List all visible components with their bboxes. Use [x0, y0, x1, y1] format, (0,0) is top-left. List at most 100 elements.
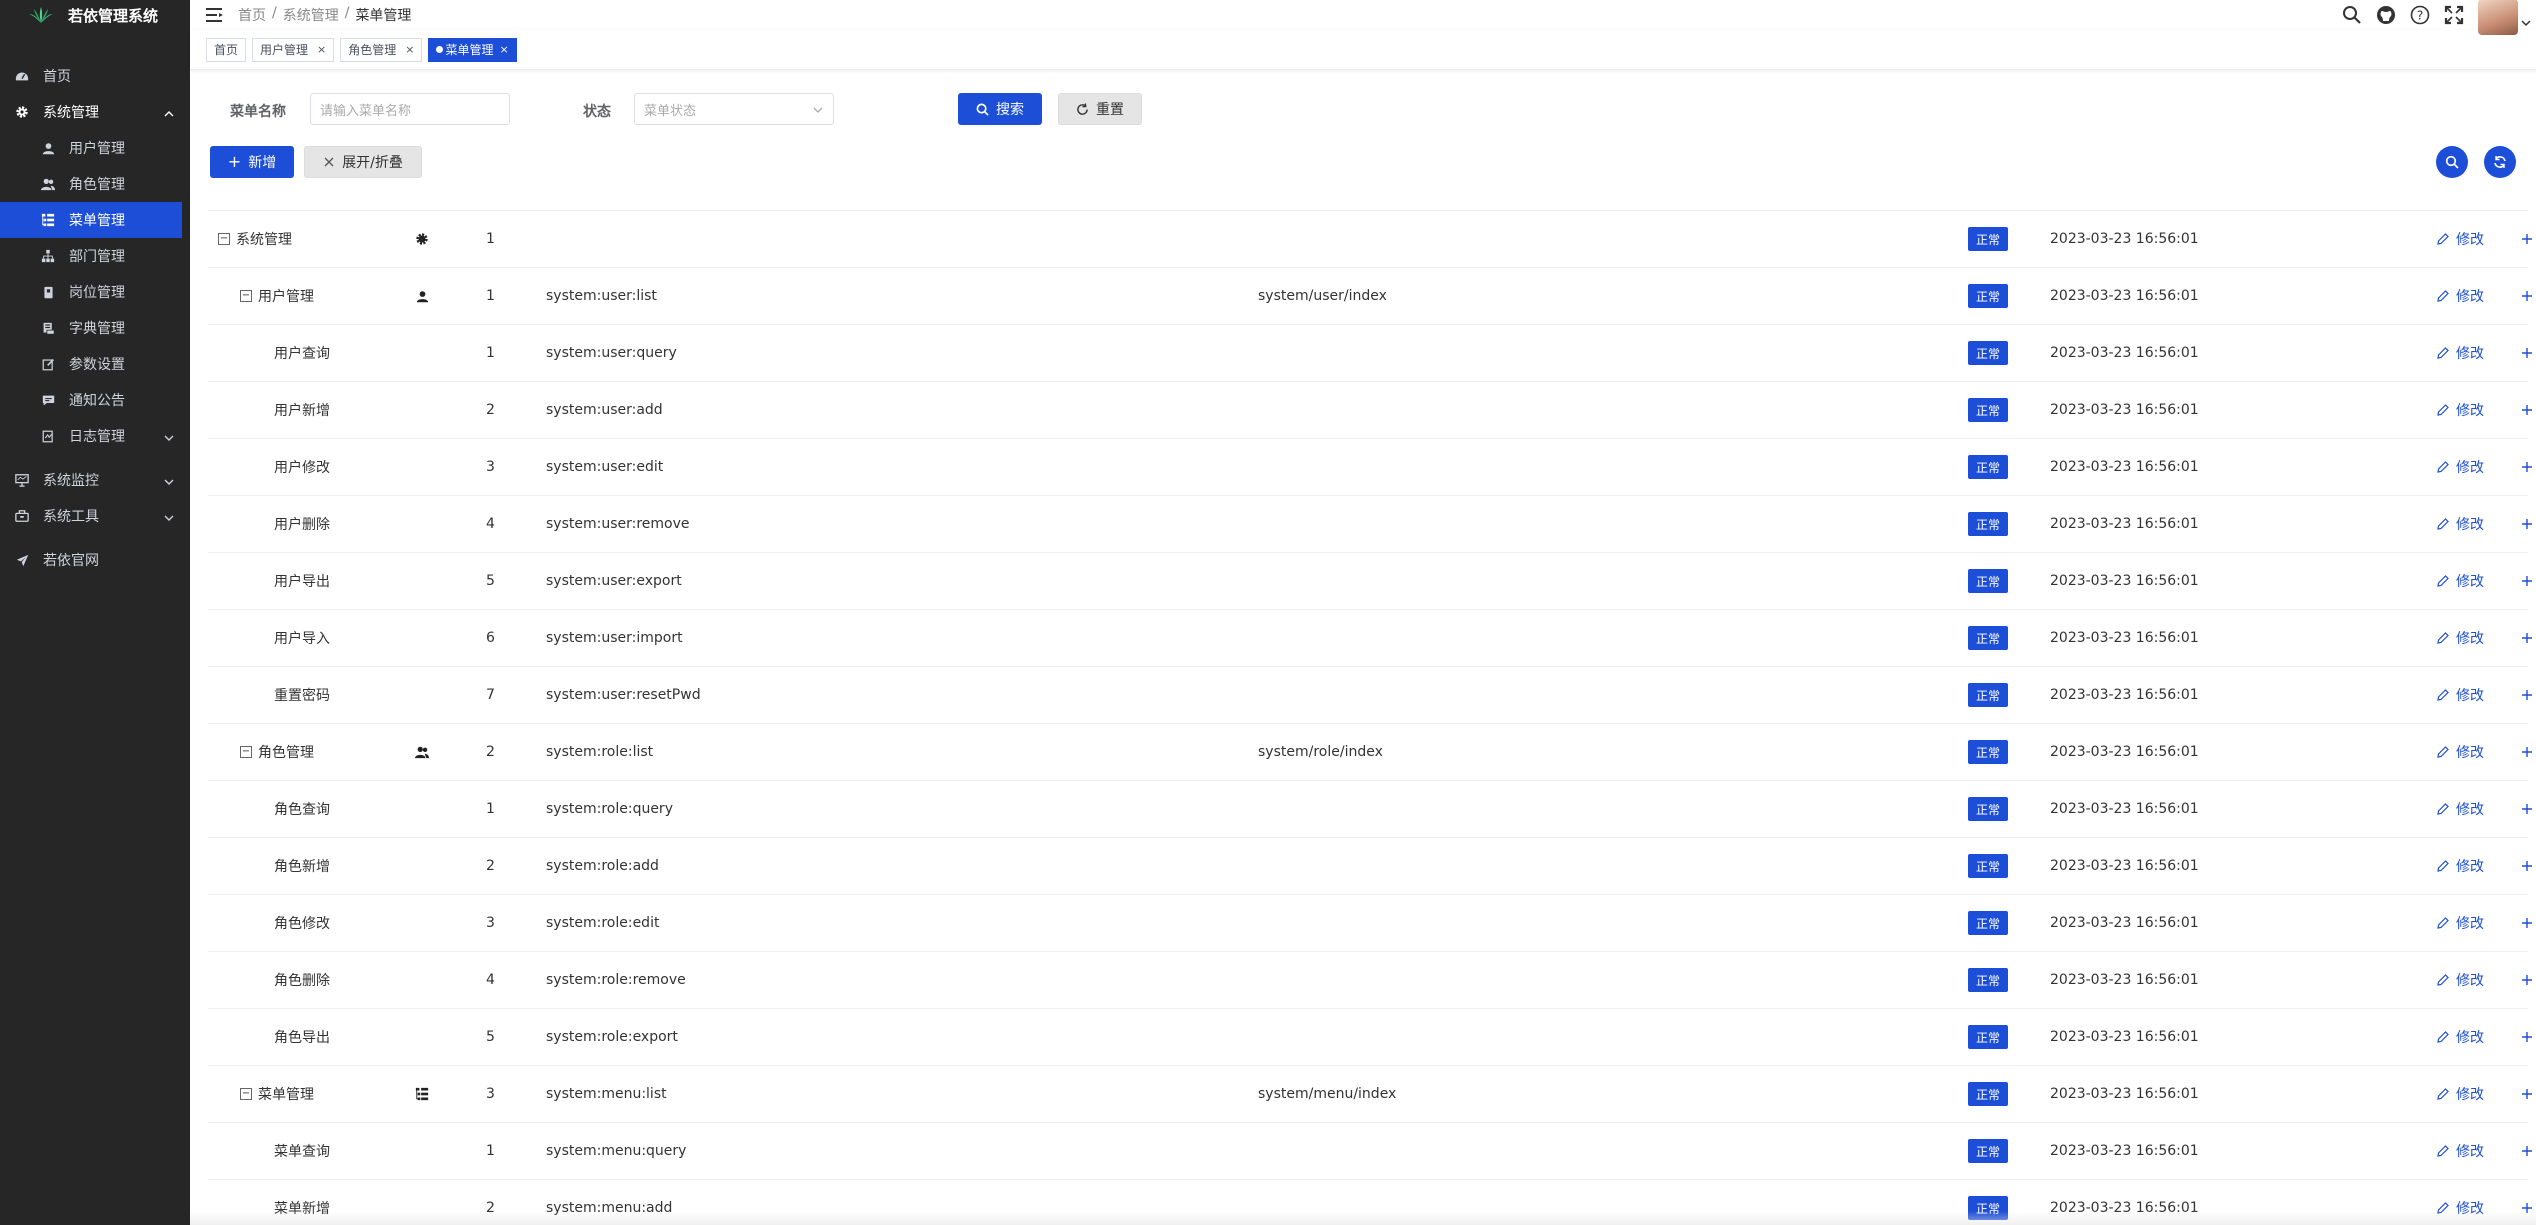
- edit-button[interactable]: 修改: [2436, 1027, 2484, 1047]
- edit-button[interactable]: 修改: [2436, 457, 2484, 477]
- close-icon[interactable]: ×: [500, 43, 509, 56]
- table-row: 角色删除 4 system:role:remove 正常 2023-03-23 16:5…: [208, 952, 2532, 1009]
- edit-icon: [2436, 745, 2450, 759]
- menu-name-cell: 用户导入: [274, 628, 330, 648]
- sidebar-item-5[interactable]: 部门管理: [0, 238, 190, 274]
- close-icon[interactable]: ×: [317, 43, 326, 56]
- chevron-down-icon[interactable]: [2520, 17, 2532, 29]
- menu-name-cell: 角色导出: [274, 1027, 330, 1047]
- fullscreen-icon[interactable]: [2444, 5, 2464, 25]
- edit-button[interactable]: 修改: [2436, 1141, 2484, 1161]
- sidebar-item-0[interactable]: 首页: [0, 58, 190, 94]
- search-button[interactable]: 搜索: [958, 93, 1042, 125]
- edit-button[interactable]: 修改: [2436, 913, 2484, 933]
- sidebar-item-11[interactable]: 系统监控: [0, 462, 190, 498]
- reset-button[interactable]: 重置: [1058, 93, 1142, 125]
- sidebar-item-6[interactable]: 岗位管理: [0, 274, 190, 310]
- edit-button[interactable]: 修改: [2436, 514, 2484, 534]
- edit-button[interactable]: 修改: [2436, 742, 2484, 762]
- add-child-button[interactable]: 新增: [2520, 219, 2536, 259]
- collapse-toggle-icon[interactable]: −: [240, 290, 252, 302]
- menu-name-cell: 用户删除: [274, 514, 330, 534]
- add-child-button[interactable]: 新增: [2520, 333, 2536, 373]
- add-child-button[interactable]: 新增: [2520, 1188, 2536, 1225]
- add-child-button[interactable]: 新增: [2520, 903, 2536, 943]
- sidebar-item-7[interactable]: 字典管理: [0, 310, 190, 346]
- add-child-button[interactable]: 新增: [2520, 1074, 2536, 1114]
- tag-1[interactable]: 用户管理 ×: [252, 37, 335, 62]
- add-child-button[interactable]: 新增: [2520, 1017, 2536, 1057]
- add-child-button[interactable]: 新增: [2520, 561, 2536, 601]
- add-child-button[interactable]: 新增: [2520, 846, 2536, 886]
- status-select[interactable]: 菜单状态: [634, 93, 834, 125]
- edit-button[interactable]: 修改: [2436, 1084, 2484, 1104]
- edit-button[interactable]: 修改: [2436, 628, 2484, 648]
- edit-button[interactable]: 修改: [2436, 685, 2484, 705]
- github-icon[interactable]: [2376, 5, 2396, 25]
- collapse-toggle-icon[interactable]: −: [240, 746, 252, 758]
- sidebar-item-10[interactable]: 日志管理: [0, 418, 190, 454]
- add-child-button[interactable]: 新增: [2520, 447, 2536, 487]
- create-time: 2023-03-23 16:56:01: [2050, 972, 2199, 988]
- plus-icon: [2520, 1087, 2534, 1101]
- users-icon: [414, 744, 430, 760]
- status-badge: 正常: [1968, 512, 2008, 536]
- active-dot-icon: [436, 46, 444, 53]
- sidebar-item-13[interactable]: 若依官网: [0, 542, 190, 578]
- sidebar-item-label: 岗位管理: [69, 285, 125, 301]
- avatar[interactable]: [2478, 0, 2518, 35]
- edit-button[interactable]: 修改: [2436, 571, 2484, 591]
- add-child-button[interactable]: 新增: [2520, 276, 2536, 316]
- add-child-button[interactable]: 新增: [2520, 504, 2536, 544]
- breadcrumb-item-home[interactable]: 首页: [238, 5, 266, 25]
- menu-name-input[interactable]: 请输入菜单名称: [310, 93, 510, 125]
- refresh-icon: [2494, 156, 2506, 168]
- collapse-toggle-icon[interactable]: −: [218, 233, 230, 245]
- hamburger-icon[interactable]: [206, 7, 224, 23]
- edit-button[interactable]: 修改: [2436, 1198, 2484, 1218]
- edit-button[interactable]: 修改: [2436, 286, 2484, 306]
- sort-order: 1: [486, 231, 495, 247]
- tag-3[interactable]: 菜单管理 ×: [428, 37, 517, 62]
- add-child-button[interactable]: 新增: [2520, 732, 2536, 772]
- plus-icon: [2520, 289, 2534, 303]
- edit-button[interactable]: 修改: [2436, 400, 2484, 420]
- refresh-button[interactable]: [2484, 146, 2516, 178]
- sidebar-item-9[interactable]: 通知公告: [0, 382, 190, 418]
- breadcrumb-item-system[interactable]: 系统管理: [283, 5, 339, 25]
- sidebar-item-4[interactable]: 菜单管理: [0, 202, 182, 238]
- close-icon[interactable]: ×: [405, 43, 414, 56]
- sidebar-item-label: 部门管理: [69, 249, 125, 265]
- send-icon: [14, 552, 30, 568]
- edit-button[interactable]: 修改: [2436, 343, 2484, 363]
- add-child-button[interactable]: 新增: [2520, 618, 2536, 658]
- edit-button[interactable]: 修改: [2436, 799, 2484, 819]
- sidebar-menu: 首页 系统管理 用户管理 角色管理 菜单管理部门管理岗位管理字典管理 参数设置 通知公告 日志…: [0, 58, 190, 578]
- tag-0[interactable]: 首页: [206, 37, 247, 62]
- edit-button-label: 修改: [2456, 403, 2484, 419]
- tag-2[interactable]: 角色管理 ×: [340, 37, 423, 62]
- collapse-toggle-icon[interactable]: −: [240, 1088, 252, 1100]
- sidebar-item-2[interactable]: 用户管理: [0, 130, 190, 166]
- add-child-button[interactable]: 新增: [2520, 390, 2536, 430]
- add-child-button[interactable]: 新增: [2520, 675, 2536, 715]
- add-child-button[interactable]: 新增: [2520, 1131, 2536, 1171]
- sidebar-item-8[interactable]: 参数设置: [0, 346, 190, 382]
- sidebar-item-3[interactable]: 角色管理: [0, 166, 190, 202]
- edit-button[interactable]: 修改: [2436, 970, 2484, 990]
- edit-button[interactable]: 修改: [2436, 229, 2484, 249]
- edit-button-label: 修改: [2456, 1087, 2484, 1103]
- add-button[interactable]: + 新增: [210, 146, 294, 178]
- toggle-search-button[interactable]: [2436, 146, 2468, 178]
- help-icon[interactable]: ?: [2410, 5, 2430, 25]
- sort-icon: [324, 157, 334, 167]
- add-child-button[interactable]: 新增: [2520, 960, 2536, 1000]
- sidebar-item-1[interactable]: 系统管理: [0, 94, 190, 130]
- edit-button[interactable]: 修改: [2436, 856, 2484, 876]
- add-child-button[interactable]: 新增: [2520, 789, 2536, 829]
- sidebar-item-12[interactable]: 系统工具: [0, 498, 190, 534]
- expand-toggle-button[interactable]: 展开/折叠: [304, 146, 422, 178]
- status-badge: 正常: [1968, 1082, 2008, 1106]
- create-time: 2023-03-23 16:56:01: [2050, 1086, 2199, 1102]
- search-icon[interactable]: [2342, 5, 2362, 25]
